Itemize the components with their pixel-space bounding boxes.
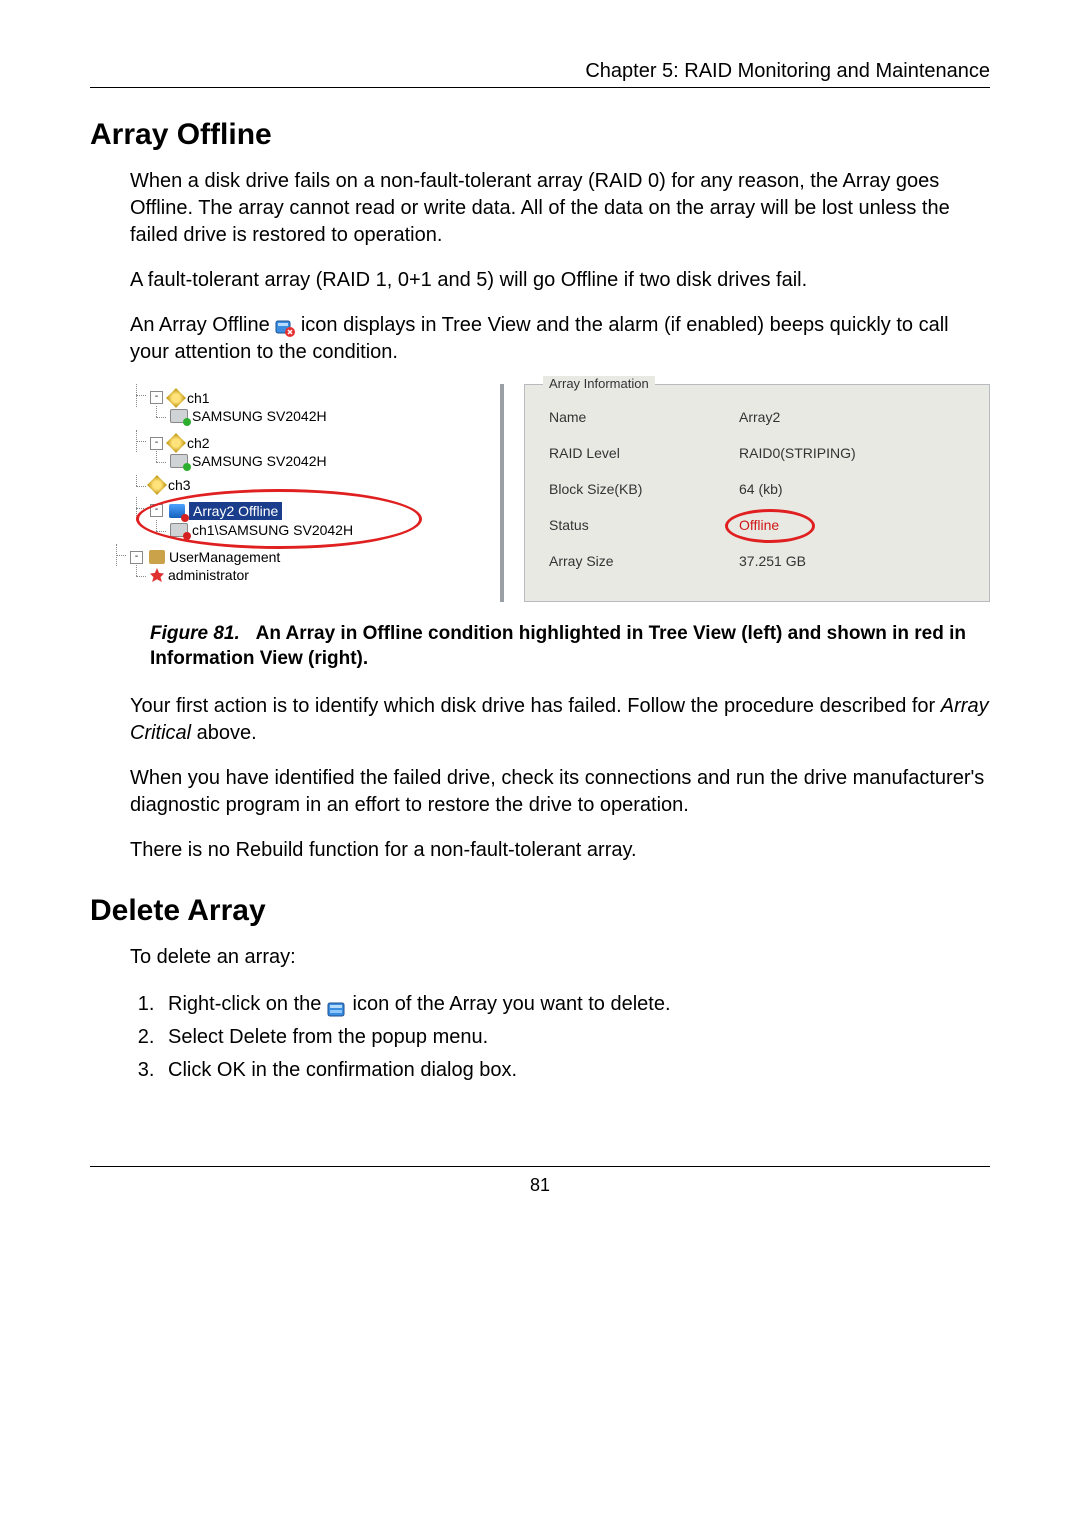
tree-label: ch1 <box>187 390 210 406</box>
para-array-offline-2: A fault-tolerant array (RAID 1, 0+1 and … <box>90 267 990 294</box>
tree-node-array2-offline[interactable]: - Array2 Offline <box>150 502 282 520</box>
figure-caption-text: An Array in Offline condition highlighte… <box>150 623 966 669</box>
tree-node-ch1[interactable]: - ch1 <box>150 390 210 406</box>
channel-icon <box>147 475 167 495</box>
tree-node-ch1-disk[interactable]: SAMSUNG SV2042H <box>170 408 327 424</box>
expander-minus-icon[interactable]: - <box>150 504 163 517</box>
info-value: 64 (kb) <box>739 481 783 497</box>
tree-label: ch3 <box>168 477 191 493</box>
delete-array-steps: Right-click on the icon of the Array you… <box>130 989 990 1086</box>
array-icon <box>327 994 347 1012</box>
users-icon <box>149 550 165 564</box>
heading-delete-array: Delete Array <box>90 894 990 928</box>
step-1a: Right-click on the <box>168 993 327 1015</box>
array-offline-icon <box>275 315 295 333</box>
info-row-name: Name Array2 <box>549 399 965 435</box>
step-2: Select Delete from the popup menu. <box>160 1022 990 1053</box>
annotation-oval-icon <box>725 509 815 543</box>
tree-view: - ch1 SAMSUNG SV2042H <box>130 384 470 589</box>
tree-node-array-child[interactable]: ch1\SAMSUNG SV2042H <box>170 522 353 538</box>
step-3: Click OK in the confirmation dialog box. <box>160 1055 990 1086</box>
para-identified: When you have identified the failed driv… <box>90 765 990 819</box>
disk-ok-icon <box>170 454 188 468</box>
delete-array-intro: To delete an array: <box>90 944 990 971</box>
disk-bad-icon <box>170 523 188 537</box>
tree-node-user-management[interactable]: - UserManagement <box>130 549 280 565</box>
tree-node-administrator[interactable]: administrator <box>150 567 249 583</box>
array-offline-icon <box>169 504 185 518</box>
tree-label: ch1\SAMSUNG SV2042H <box>192 522 353 538</box>
channel-icon <box>166 433 186 453</box>
info-row-block-size: Block Size(KB) 64 (kb) <box>549 471 965 507</box>
step-1: Right-click on the icon of the Array you… <box>160 989 990 1020</box>
panel-legend: Array Information <box>543 376 655 391</box>
array-information-panel: Array Information Name Array2 RAID Level… <box>500 384 990 602</box>
page-number: 81 <box>90 1175 990 1196</box>
tree-node-ch3[interactable]: ch3 <box>150 477 191 493</box>
info-label: Array Size <box>549 553 739 569</box>
info-label: RAID Level <box>549 445 739 461</box>
footer-rule <box>90 1166 990 1167</box>
figure-81: - ch1 SAMSUNG SV2042H <box>130 384 990 602</box>
info-value: Array2 <box>739 409 780 425</box>
para-array-offline-3: An Array Offline icon displays in Tree V… <box>90 312 990 366</box>
tree-label: UserManagement <box>169 549 280 565</box>
chapter-header: Chapter 5: RAID Monitoring and Maintenan… <box>90 60 990 83</box>
info-row-array-size: Array Size 37.251 GB <box>549 543 965 579</box>
tree-label: administrator <box>168 567 249 583</box>
step-1b: icon of the Array you want to delete. <box>353 993 671 1015</box>
info-value: 37.251 GB <box>739 553 806 569</box>
header-rule <box>90 87 990 88</box>
tree-node-ch2[interactable]: - ch2 <box>150 435 210 451</box>
info-label: Name <box>549 409 739 425</box>
expander-minus-icon[interactable]: - <box>150 391 163 404</box>
channel-icon <box>166 388 186 408</box>
info-label: Block Size(KB) <box>549 481 739 497</box>
tree-node-ch2-disk[interactable]: SAMSUNG SV2042H <box>170 453 327 469</box>
disk-ok-icon <box>170 409 188 423</box>
para-array-offline-1: When a disk drive fails on a non-fault-t… <box>90 168 990 249</box>
info-label: Status <box>549 517 739 533</box>
expander-minus-icon[interactable]: - <box>130 551 143 564</box>
expander-minus-icon[interactable]: - <box>150 437 163 450</box>
tree-label: ch2 <box>187 435 210 451</box>
info-row-raid-level: RAID Level RAID0(STRIPING) <box>549 435 965 471</box>
tree-label: SAMSUNG SV2042H <box>192 408 327 424</box>
para-first-action-b: above. <box>191 722 257 744</box>
para-first-action: Your first action is to identify which d… <box>90 693 990 747</box>
para-first-action-a: Your first action is to identify which d… <box>130 695 941 717</box>
info-value: RAID0(STRIPING) <box>739 445 856 461</box>
para-no-rebuild: There is no Rebuild function for a non-f… <box>90 837 990 864</box>
user-icon <box>150 568 164 582</box>
info-row-status: Status Offline <box>549 507 965 543</box>
para-3a: An Array Offline <box>130 314 275 336</box>
tree-label-selected: Array2 Offline <box>189 502 282 520</box>
figure-label: Figure 81. <box>150 623 240 644</box>
heading-array-offline: Array Offline <box>90 118 990 152</box>
figure-caption: Figure 81. An Array in Offline condition… <box>150 622 990 671</box>
tree-label: SAMSUNG SV2042H <box>192 453 327 469</box>
